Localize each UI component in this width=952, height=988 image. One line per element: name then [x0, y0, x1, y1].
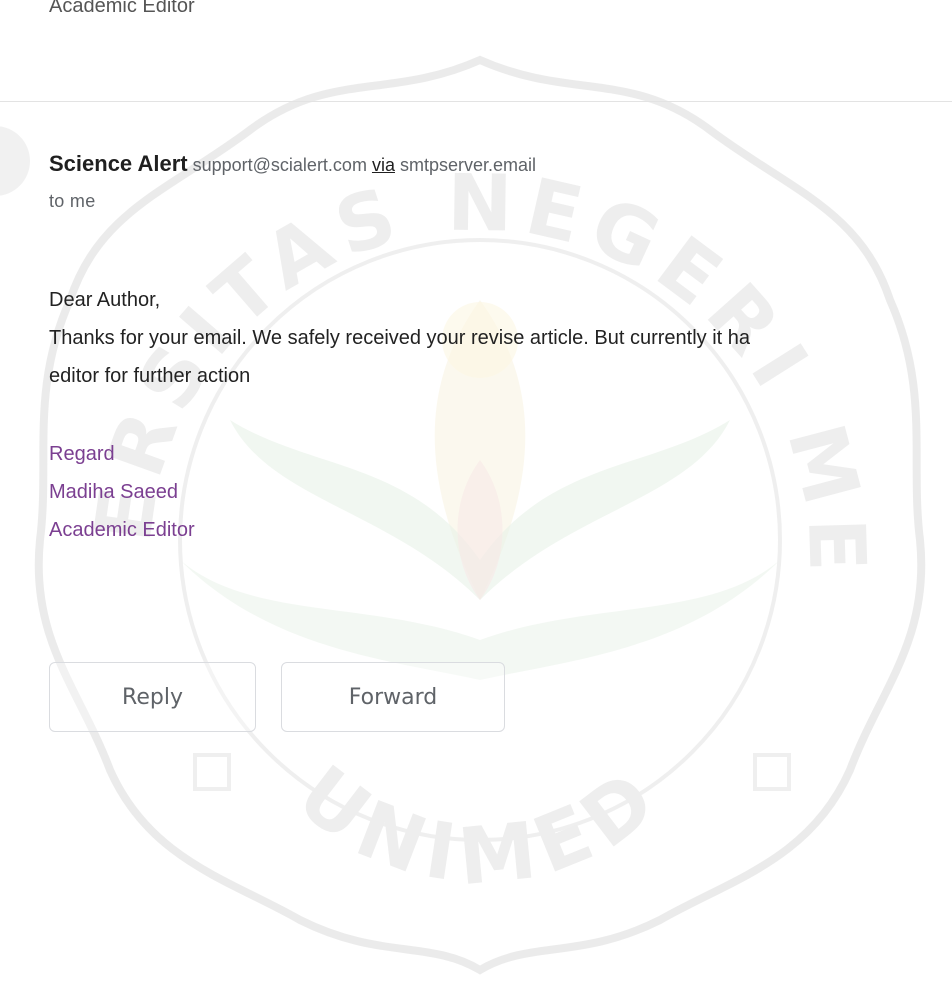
- recipient-line[interactable]: to me: [49, 191, 96, 212]
- sender-avatar[interactable]: [0, 126, 30, 196]
- forward-button-label: Forward: [348, 684, 438, 710]
- forward-button[interactable]: Forward: [281, 662, 505, 732]
- reply-button-label: Reply: [122, 684, 183, 710]
- via-link[interactable]: via: [372, 155, 395, 175]
- reply-button[interactable]: Reply: [49, 662, 256, 732]
- message-signature: Regard Madiha Saeed Academic Editor: [49, 435, 195, 549]
- sender-name[interactable]: Science Alert: [49, 151, 188, 176]
- via-host: smtpserver.email: [400, 155, 537, 175]
- watermark-bottom-text: UNIMED: [281, 749, 679, 903]
- previous-message-signature-title: Academic Editor: [49, 0, 195, 17]
- greeting-text: Dear Author,: [49, 289, 161, 311]
- message-divider: [0, 101, 952, 102]
- body-line-2: editor for further action: [49, 365, 251, 387]
- sender-header: Science Alert support@scialert.com via s…: [49, 150, 536, 179]
- signature-name: Madiha Saeed: [49, 481, 178, 503]
- body-line-1: Thanks for your email. We safely receive…: [49, 327, 751, 349]
- message-body: Dear Author, Thanks for your email. We s…: [49, 281, 952, 395]
- sender-email: support@scialert.com: [192, 155, 367, 175]
- signature-closing: Regard: [49, 443, 115, 465]
- signature-title: Academic Editor: [49, 519, 195, 541]
